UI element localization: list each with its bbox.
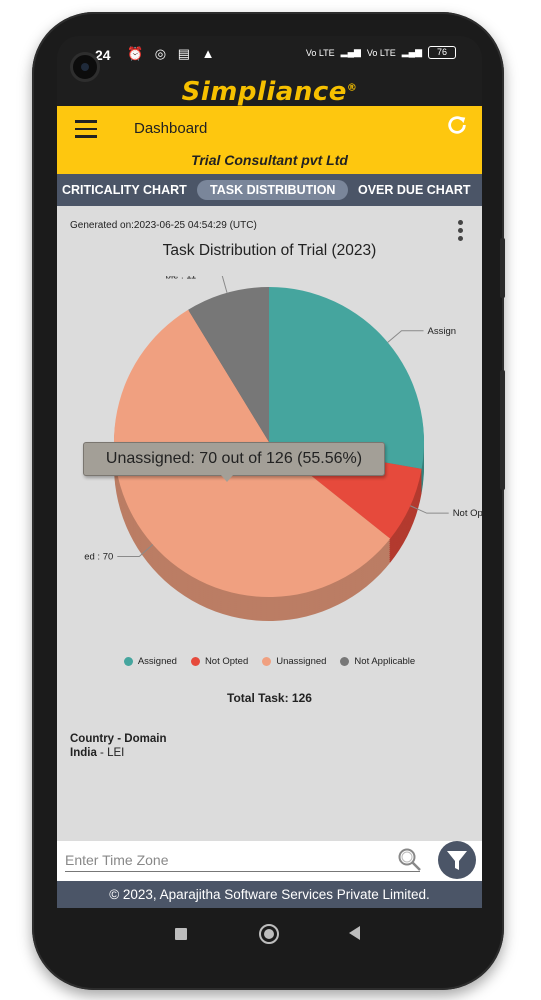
signal-icon-2: ▂▄▆: [401, 47, 422, 57]
timezone-search-input[interactable]: [65, 849, 420, 872]
legend-dot: [340, 657, 350, 666]
screen: 24 ⏰ ◎ ▤ ▲ Vo LTE ▂▄▆ Vo LTE ▂▄▆ 76 Simp…: [57, 36, 482, 908]
android-nav-bar: [57, 908, 482, 960]
signal-icon: ▂▄▆: [340, 47, 361, 57]
company-name: Trial Consultant pvt Ltd: [191, 152, 348, 168]
country-domain-heading: Country - Domain: [70, 733, 167, 745]
refresh-icon[interactable]: [446, 114, 468, 143]
legend-label: Not Applicable: [354, 656, 416, 667]
battery-icon: 76: [428, 46, 456, 59]
legend-dot: [262, 657, 272, 666]
filter-button[interactable]: [438, 841, 476, 879]
pie-leader-line: [221, 276, 228, 293]
app-bar: Dashboard Trial Consultant pvt Ltd: [57, 106, 482, 174]
generated-timestamp: Generated on:2023-06-25 04:54:29 (UTC): [70, 220, 257, 231]
pie-data-label: ble : 11: [166, 276, 196, 281]
legend-item-not-applicable[interactable]: Not Applicable: [340, 656, 415, 667]
tab-over-due-chart[interactable]: OVER DUE CHART: [358, 180, 471, 200]
legend-dot: [123, 657, 133, 666]
chart-tooltip: Unassigned: 70 out of 126 (55.56%): [83, 442, 385, 482]
pie-leader-line: [387, 330, 424, 343]
footer-copyright: © 2023, Aparajitha Software Services Pri…: [57, 881, 482, 908]
tab-criticality-chart[interactable]: CRITICALITY CHART: [62, 180, 187, 200]
status-right: Vo LTE ▂▄▆ Vo LTE ▂▄▆ 76: [306, 46, 456, 59]
chart-panel: Generated on:2023-06-25 04:54:29 (UTC) T…: [57, 206, 482, 841]
tab-bar: CRITICALITY CHART TASK DISTRIBUTION OVER…: [57, 174, 482, 206]
domain-name: - LEI: [100, 747, 125, 759]
filter-icon: [447, 851, 467, 870]
search-icon[interactable]: [397, 847, 423, 873]
chart-legend: Assigned Not Opted Unassigned Not Applic…: [57, 656, 482, 667]
legend-label: Not Opted: [204, 656, 249, 667]
more-options-icon[interactable]: [458, 220, 464, 244]
legend-item-unassigned[interactable]: Unassigned: [262, 656, 326, 667]
brand-logo: Simpliance®: [181, 76, 358, 107]
network-icon: Vo LTE: [305, 47, 335, 58]
legend-label: Assigned: [137, 656, 177, 667]
chart-title: Task Distribution of Trial (2023): [162, 242, 377, 259]
front-camera: [70, 52, 100, 82]
country-domain: Country - Domain India - LEI: [70, 732, 166, 760]
notification-icons: ⏰ ◎ ▤ ▲: [127, 46, 219, 61]
pie-data-label: Not Op: [453, 508, 482, 519]
tab-task-distribution[interactable]: TASK DISTRIBUTION: [197, 180, 349, 200]
legend-label: Unassigned: [276, 656, 327, 667]
power-button: [500, 370, 505, 490]
pie-data-label: Assign: [428, 326, 457, 337]
country-name: India: [70, 747, 97, 759]
pie-data-label: ed : 70: [84, 551, 113, 562]
brand-header: Simpliance®: [57, 70, 482, 107]
volume-button: [500, 238, 505, 298]
network-icon-2: Vo LTE: [366, 47, 396, 58]
status-bar: 24 ⏰ ◎ ▤ ▲ Vo LTE ▂▄▆ Vo LTE ▂▄▆ 76: [57, 36, 482, 70]
page-title: Dashboard: [134, 120, 208, 137]
home-icon[interactable]: [259, 924, 279, 944]
back-icon[interactable]: [349, 926, 360, 940]
total-task: Total Task: 126: [227, 691, 312, 705]
legend-item-assigned[interactable]: Assigned: [123, 656, 177, 667]
hamburger-menu-icon[interactable]: [75, 120, 97, 138]
recent-apps-icon[interactable]: [175, 928, 187, 940]
timezone-search-bar: [57, 841, 482, 881]
legend-dot: [190, 657, 200, 666]
legend-item-not-opted[interactable]: Not Opted: [190, 656, 249, 667]
